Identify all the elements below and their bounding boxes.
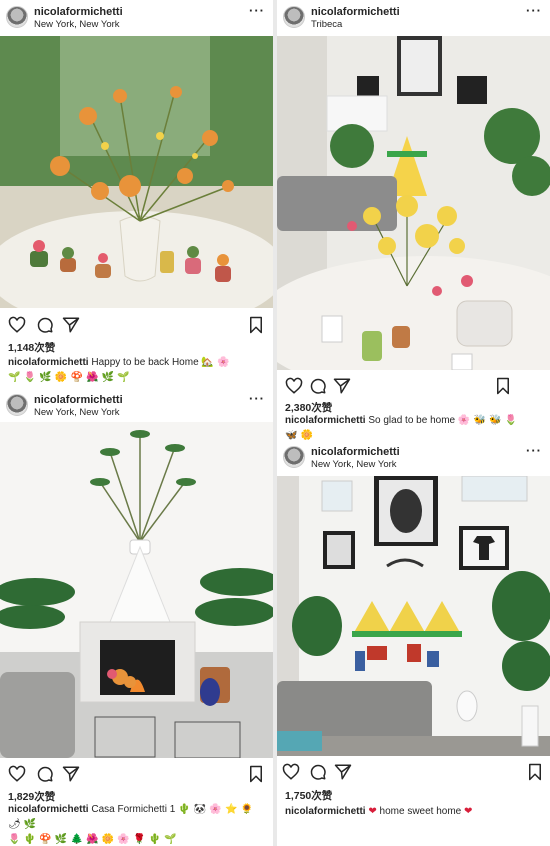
- caption: nicolaformichetti Casa Formichetti 1 🌵 🐼…: [8, 802, 267, 846]
- more-options-icon[interactable]: ···: [249, 391, 265, 406]
- like-count[interactable]: 1,750次赞: [285, 788, 332, 803]
- send-icon[interactable]: [62, 765, 80, 783]
- bookmark-icon[interactable]: [248, 765, 264, 783]
- bookmark-icon[interactable]: [527, 763, 543, 781]
- heart-icon[interactable]: [8, 765, 26, 783]
- location[interactable]: New York, New York: [34, 19, 120, 30]
- avatar[interactable]: [283, 6, 305, 28]
- post-2: nicolaformichetti Tribeca ··· 2,380次赞 ni…: [277, 0, 550, 440]
- bookmark-icon[interactable]: [495, 377, 511, 395]
- heart-emoji: ❤: [464, 806, 473, 817]
- username[interactable]: nicolaformichetti: [311, 446, 400, 458]
- bookmark-icon[interactable]: [248, 316, 264, 334]
- post-header: nicolaformichetti New York, New York ···: [277, 440, 550, 476]
- username[interactable]: nicolaformichetti: [34, 6, 123, 18]
- caption-text: So glad to be home: [368, 415, 456, 426]
- post-4: nicolaformichetti New York, New York ···: [277, 440, 550, 846]
- action-bar: [277, 763, 550, 783]
- caption: nicolaformichetti So glad to be home 🌸 🐝…: [285, 413, 544, 440]
- caption-text: Casa Formichetti 1: [91, 804, 176, 815]
- post-header: nicolaformichetti New York, New York ···: [0, 0, 273, 36]
- post-photo[interactable]: [0, 422, 273, 758]
- heart-icon[interactable]: [285, 377, 303, 395]
- post-1: nicolaformichetti New York, New York ···: [0, 0, 273, 392]
- send-icon[interactable]: [333, 377, 351, 395]
- caption-emoji-line2: 🌱 🌷 🌿 🌼 🍄 🌺 🌿 🌱: [8, 372, 130, 383]
- action-bar: [0, 765, 273, 785]
- comment-icon[interactable]: [36, 316, 54, 334]
- caption-username[interactable]: nicolaformichetti: [8, 357, 89, 368]
- avatar[interactable]: [6, 6, 28, 28]
- more-options-icon[interactable]: ···: [526, 3, 542, 18]
- more-options-icon[interactable]: ···: [249, 3, 265, 18]
- post-photo[interactable]: [277, 36, 550, 370]
- caption-username[interactable]: nicolaformichetti: [8, 804, 89, 815]
- location[interactable]: New York, New York: [34, 407, 120, 418]
- post-photo[interactable]: [277, 476, 550, 756]
- action-bar: [277, 377, 550, 397]
- caption: nicolaformichetti ❤ home sweet home ❤: [285, 804, 544, 819]
- caption-username[interactable]: nicolaformichetti: [285, 415, 366, 426]
- heart-emoji: ❤: [368, 806, 377, 817]
- comment-icon[interactable]: [309, 763, 327, 781]
- send-icon[interactable]: [62, 316, 80, 334]
- caption-emoji: 🏡 🌸: [201, 357, 230, 368]
- caption-emoji: 🌸 🐝 🐝 🌷: [457, 415, 518, 426]
- location[interactable]: Tribeca: [311, 19, 342, 30]
- caption-emoji-line2: 🦋 🌼: [285, 430, 314, 440]
- caption: nicolaformichetti Happy to be back Home …: [8, 355, 267, 385]
- username[interactable]: nicolaformichetti: [311, 6, 400, 18]
- send-icon[interactable]: [334, 763, 352, 781]
- avatar[interactable]: [6, 394, 28, 416]
- username[interactable]: nicolaformichetti: [34, 394, 123, 406]
- post-3: nicolaformichetti New York, New York ···: [0, 388, 273, 846]
- action-bar: [0, 316, 273, 336]
- post-header: nicolaformichetti New York, New York ···: [0, 388, 273, 424]
- location[interactable]: New York, New York: [311, 459, 397, 470]
- comment-icon[interactable]: [309, 377, 327, 395]
- like-count[interactable]: 1,148次赞: [8, 340, 55, 355]
- heart-icon[interactable]: [8, 316, 26, 334]
- post-photo[interactable]: [0, 36, 273, 308]
- caption-text: Happy to be back Home: [91, 357, 199, 368]
- comment-icon[interactable]: [36, 765, 54, 783]
- caption-emoji-line2: 🌷 🌵 🍄 🌿 🌲 🌺 🌼 🌸 🌹 🌵 🌱: [8, 834, 177, 845]
- caption-text: home sweet home: [379, 806, 462, 817]
- heart-icon[interactable]: [282, 763, 300, 781]
- post-header: nicolaformichetti Tribeca ···: [277, 0, 550, 36]
- caption-username[interactable]: nicolaformichetti: [285, 806, 366, 817]
- more-options-icon[interactable]: ···: [526, 443, 542, 458]
- avatar[interactable]: [283, 446, 305, 468]
